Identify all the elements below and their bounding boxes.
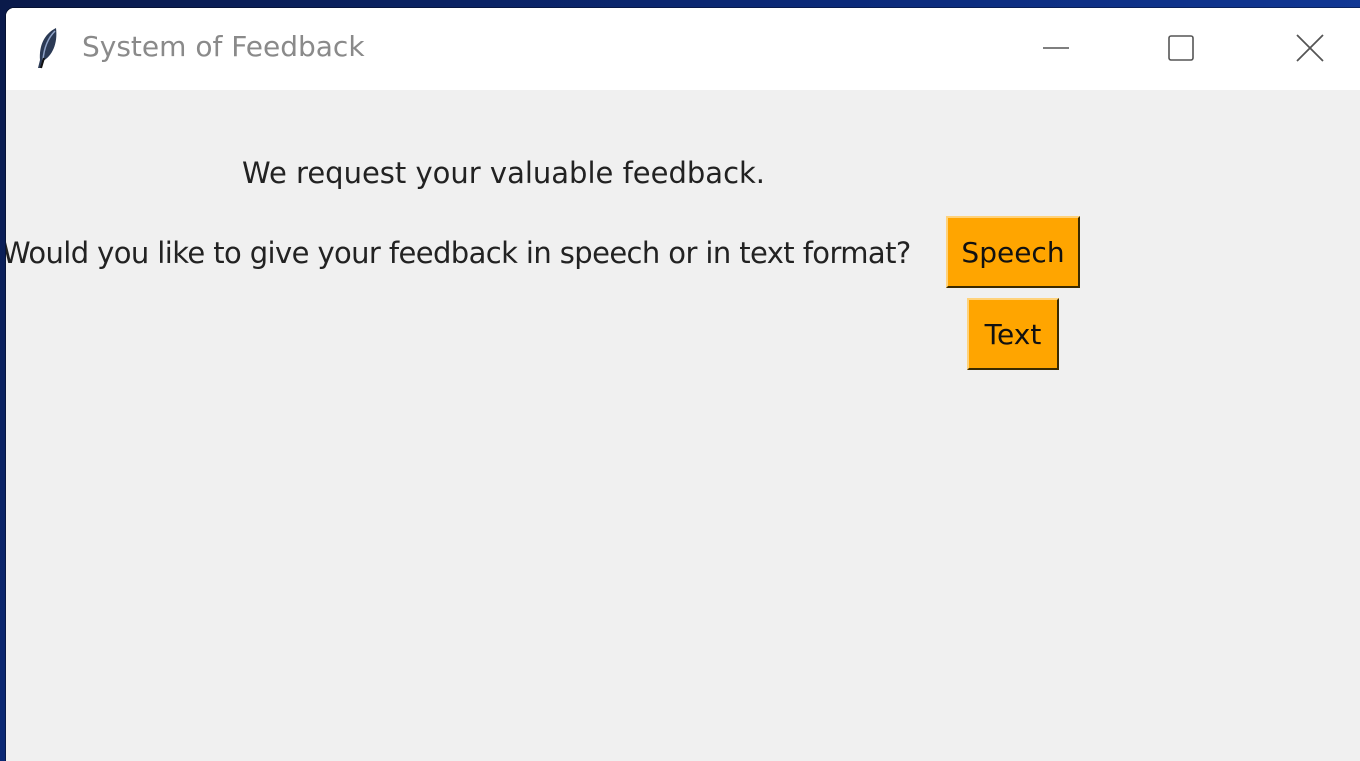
window-content: We request your valuable feedback. Would… [6, 90, 1360, 761]
app-window: System of Feedback We request your valua… [6, 8, 1360, 761]
text-button[interactable]: Text [967, 298, 1059, 370]
close-button[interactable] [1278, 18, 1342, 82]
window-title: System of Feedback [82, 30, 365, 63]
speech-button[interactable]: Speech [946, 216, 1080, 288]
feather-icon [34, 26, 62, 70]
close-icon [1295, 33, 1325, 67]
title-bar[interactable]: System of Feedback [6, 8, 1360, 90]
maximize-button[interactable] [1149, 18, 1213, 82]
maximize-icon [1167, 34, 1195, 66]
minimize-button[interactable] [1024, 18, 1088, 82]
minimize-icon [1042, 34, 1070, 66]
request-label: We request your valuable feedback. [242, 156, 766, 190]
question-label: Would you like to give your feedback in … [6, 236, 911, 270]
